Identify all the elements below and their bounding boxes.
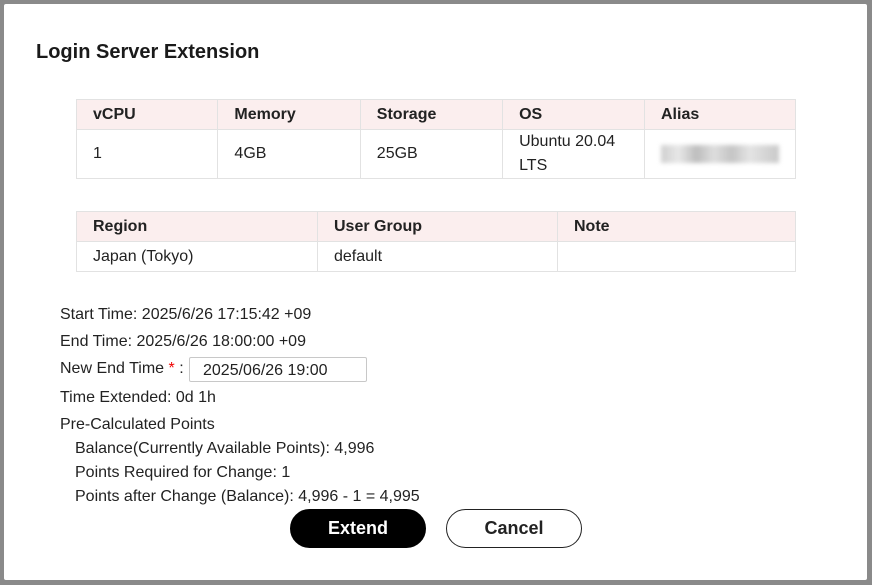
vcpu-cell: 1 xyxy=(75,129,219,179)
new-end-time-label-text: New End Time xyxy=(60,360,165,377)
dialog-title: Login Server Extension xyxy=(36,41,260,63)
column-header-region: Region xyxy=(76,211,318,242)
table-header-row: Region User Group Note xyxy=(76,211,796,242)
column-header-alias: Alias xyxy=(644,99,796,130)
new-end-time-input[interactable] xyxy=(189,357,367,382)
alias-redacted-value xyxy=(661,144,779,163)
column-header-os: OS xyxy=(502,99,645,130)
start-time-text: Start Time: 2025/6/26 17:15:42 +09 xyxy=(60,306,312,323)
points-after-text: Points after Change (Balance): 4,996 - 1… xyxy=(75,488,420,505)
table-row: Japan (Tokyo) default xyxy=(76,241,796,272)
server-spec-table: vCPU Memory Storage OS Alias 1 4GB 25GB … xyxy=(75,99,796,179)
column-header-memory: Memory xyxy=(217,99,361,130)
table-row: 1 4GB 25GB Ubuntu 20.04 LTS xyxy=(75,129,796,179)
points-required-text: Points Required for Change: 1 xyxy=(75,464,291,481)
column-header-vcpu: vCPU xyxy=(75,99,219,130)
os-cell: Ubuntu 20.04 LTS xyxy=(502,129,645,179)
cancel-button[interactable]: Cancel xyxy=(446,509,582,548)
memory-cell: 4GB xyxy=(217,129,361,179)
column-header-user-group: User Group xyxy=(317,211,558,242)
region-cell: Japan (Tokyo) xyxy=(76,241,318,272)
time-extended-text: Time Extended: 0d 1h xyxy=(60,389,216,406)
new-end-time-label: New End Time * : xyxy=(60,360,184,378)
pre-calculated-points-heading: Pre-Calculated Points xyxy=(60,416,215,433)
end-time-text: End Time: 2025/6/26 18:00:00 +09 xyxy=(60,333,306,350)
label-colon: : xyxy=(179,360,184,377)
extend-button[interactable]: Extend xyxy=(290,509,426,548)
note-cell xyxy=(557,241,796,272)
balance-text: Balance(Currently Available Points): 4,9… xyxy=(75,440,375,457)
storage-cell: 25GB xyxy=(359,129,504,179)
alias-cell xyxy=(644,129,796,179)
table-header-row: vCPU Memory Storage OS Alias xyxy=(75,99,796,130)
required-indicator: * xyxy=(168,360,175,377)
user-group-cell: default xyxy=(317,241,558,272)
region-table: Region User Group Note Japan (Tokyo) def… xyxy=(76,211,796,272)
column-header-note: Note xyxy=(557,211,796,242)
extension-dialog: Login Server Extension vCPU Memory Stora… xyxy=(4,4,867,580)
column-header-storage: Storage xyxy=(359,99,504,130)
